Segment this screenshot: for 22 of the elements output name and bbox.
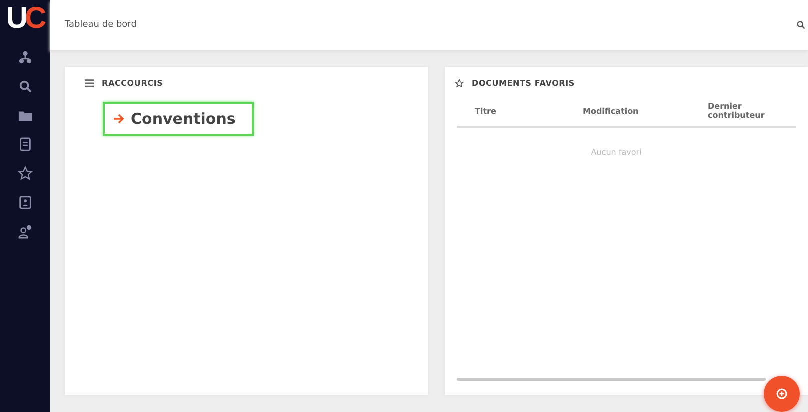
column-header[interactable]: Titre [475, 106, 583, 116]
document-icon[interactable] [18, 137, 32, 152]
star-icon[interactable] [18, 166, 32, 181]
scrollbar[interactable] [457, 378, 766, 381]
column-header[interactable]: Dernier contributeur [708, 102, 768, 120]
search-icon[interactable] [18, 79, 32, 94]
add-icon [776, 388, 788, 400]
sitemap-icon[interactable] [18, 50, 32, 65]
logo: UC [6, 4, 44, 34]
shortcut-link[interactable]: Conventions [103, 102, 254, 136]
section-title: DOCUMENTS FAVORIS [472, 79, 575, 88]
list-icon [85, 79, 94, 88]
section-title: RACCOURCIS [102, 79, 164, 88]
arrow-icon [113, 113, 125, 125]
badge-icon[interactable] [18, 195, 32, 210]
star-icon [455, 79, 464, 88]
user-settings-icon[interactable] [18, 224, 32, 239]
page-title: Tableau de bord [65, 20, 138, 30]
search-icon[interactable] [796, 20, 806, 30]
add-button[interactable] [764, 376, 800, 412]
column-header[interactable]: Modification [583, 106, 708, 116]
empty-message: Aucun favori [590, 148, 643, 157]
